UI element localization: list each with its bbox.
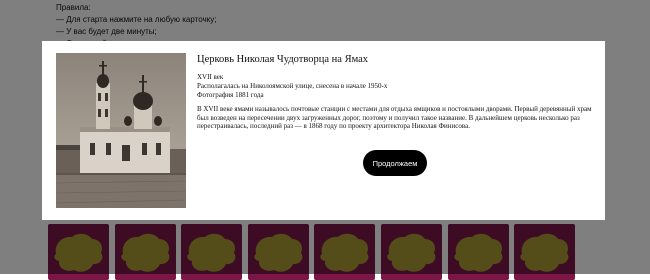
century-text: XVII век	[197, 73, 224, 81]
location-text: Располагалась на Николоямской улице, сне…	[197, 82, 388, 90]
church-photo	[56, 53, 186, 208]
modal-title: Церковь Николая Чудотворца на Ямах	[197, 54, 369, 65]
church-info-modal: Церковь Николая Чудотворца на Ямах XVII …	[42, 41, 605, 220]
continue-button[interactable]: Продолжаем	[363, 150, 427, 176]
photo-year-text: Фотография 1881 года	[197, 91, 264, 99]
church-meta: XVII век Располагалась на Николоямской у…	[197, 73, 387, 100]
church-description: В XVII веке ямами называлось почтовые ст…	[197, 105, 592, 131]
